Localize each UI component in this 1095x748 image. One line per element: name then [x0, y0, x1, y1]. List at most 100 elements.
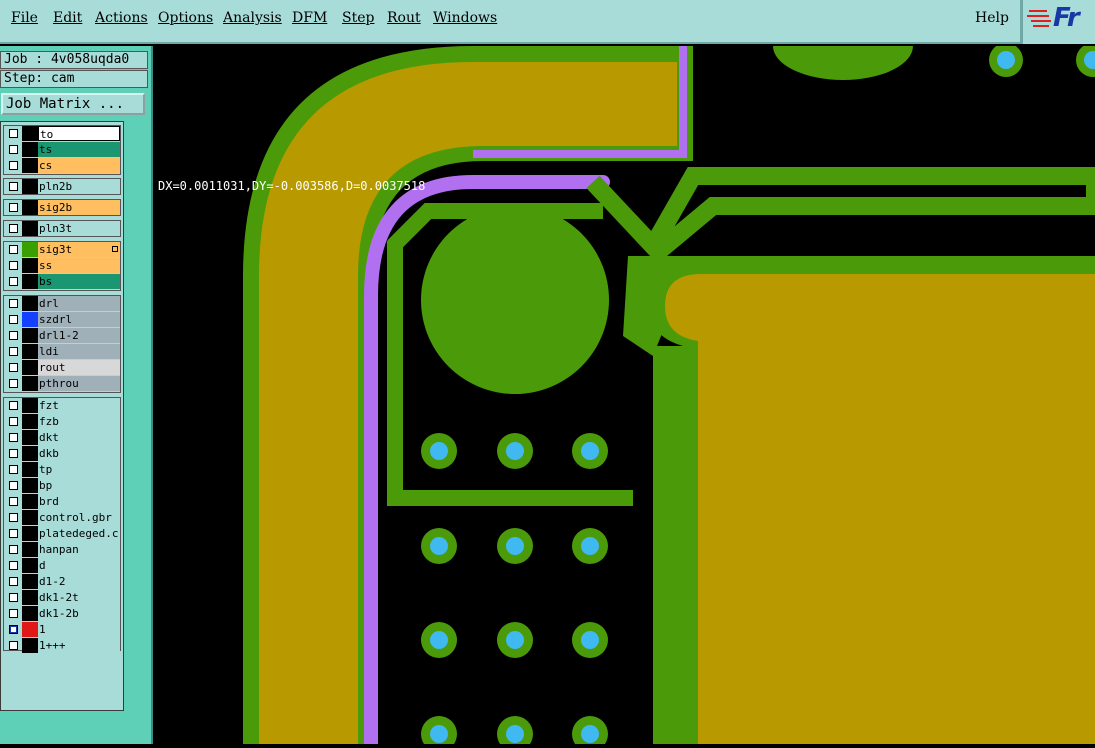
- layer-checkbox[interactable]: [9, 529, 18, 538]
- layer-row[interactable]: ss: [4, 258, 120, 273]
- layer-color-swatch[interactable]: [22, 542, 38, 557]
- layer-row[interactable]: platedeged.c: [4, 526, 120, 541]
- layer-name[interactable]: d1-2: [38, 574, 120, 589]
- layer-color-swatch[interactable]: [22, 430, 38, 445]
- layer-checkbox[interactable]: [9, 245, 18, 254]
- menu-edit[interactable]: Edit: [53, 10, 82, 26]
- layer-color-swatch[interactable]: [22, 494, 38, 509]
- layer-row[interactable]: to: [4, 126, 120, 141]
- layer-name[interactable]: ss: [38, 258, 120, 273]
- pcb-view[interactable]: [153, 12, 1095, 748]
- layer-color-swatch[interactable]: [22, 526, 38, 541]
- layer-checkbox[interactable]: [9, 593, 18, 602]
- layer-checkbox[interactable]: [9, 433, 18, 442]
- layer-checkbox[interactable]: [9, 315, 18, 324]
- layer-checkbox[interactable]: [9, 379, 18, 388]
- layer-color-swatch[interactable]: [22, 142, 38, 157]
- layer-row[interactable]: dk1-2t: [4, 590, 120, 605]
- layer-color-swatch[interactable]: [22, 590, 38, 605]
- layer-checkbox[interactable]: [9, 465, 18, 474]
- layer-color-swatch[interactable]: [22, 200, 38, 215]
- layer-checkbox[interactable]: [9, 182, 18, 191]
- layer-checkbox[interactable]: [9, 417, 18, 426]
- layer-checkbox[interactable]: [9, 561, 18, 570]
- layer-checkbox[interactable]: [9, 161, 18, 170]
- layer-name[interactable]: 1: [38, 622, 120, 637]
- layer-checkbox[interactable]: [9, 203, 18, 212]
- job-matrix-button[interactable]: Job Matrix ...: [1, 93, 145, 115]
- layer-name[interactable]: brd: [38, 494, 120, 509]
- layer-color-swatch[interactable]: [22, 258, 38, 273]
- layer-row[interactable]: sig3t: [4, 242, 120, 257]
- graphics-canvas[interactable]: [151, 12, 1095, 748]
- layer-row[interactable]: sig2b: [4, 200, 120, 215]
- layer-name[interactable]: drl: [38, 296, 120, 311]
- layer-color-swatch[interactable]: [22, 558, 38, 573]
- layer-checkbox[interactable]: [9, 277, 18, 286]
- layer-name[interactable]: hanpan: [38, 542, 120, 557]
- layer-checkbox[interactable]: [9, 497, 18, 506]
- layer-checkbox[interactable]: [9, 129, 18, 138]
- layer-row[interactable]: pln3t: [4, 221, 120, 236]
- layer-checkbox[interactable]: [9, 449, 18, 458]
- layer-row[interactable]: drl: [4, 296, 120, 311]
- layer-row[interactable]: tp: [4, 462, 120, 477]
- layer-name[interactable]: sig3t: [38, 242, 120, 257]
- layer-color-swatch[interactable]: [22, 126, 38, 141]
- layer-checkbox[interactable]: [9, 145, 18, 154]
- layer-name[interactable]: dkt: [38, 430, 120, 445]
- menu-windows[interactable]: Windows: [433, 10, 497, 26]
- layer-name[interactable]: dkb: [38, 446, 120, 461]
- layer-name[interactable]: control.gbr: [38, 510, 120, 525]
- layer-checkbox[interactable]: [9, 641, 18, 650]
- layer-name[interactable]: sig2b: [38, 200, 120, 215]
- layer-color-swatch[interactable]: [22, 376, 38, 391]
- layer-color-swatch[interactable]: [22, 344, 38, 359]
- layer-row[interactable]: hanpan: [4, 542, 120, 557]
- layer-name[interactable]: ldi: [38, 344, 120, 359]
- layer-checkbox[interactable]: [9, 545, 18, 554]
- layer-row[interactable]: bs: [4, 274, 120, 289]
- layer-row[interactable]: 1+++: [4, 638, 120, 653]
- layer-color-swatch[interactable]: [22, 312, 38, 327]
- layer-name[interactable]: 1+++: [38, 638, 120, 653]
- layer-checkbox[interactable]: [9, 363, 18, 372]
- layer-checkbox[interactable]: [9, 224, 18, 233]
- layer-row[interactable]: ts: [4, 142, 120, 157]
- layer-name[interactable]: fzb: [38, 414, 120, 429]
- layer-color-swatch[interactable]: [22, 221, 38, 236]
- layer-row[interactable]: rout: [4, 360, 120, 375]
- layer-row[interactable]: pln2b: [4, 179, 120, 194]
- layer-name[interactable]: platedeged.c: [38, 526, 120, 541]
- layer-row[interactable]: d: [4, 558, 120, 573]
- layer-color-swatch[interactable]: [22, 462, 38, 477]
- layer-color-swatch[interactable]: [22, 638, 38, 653]
- layer-name[interactable]: d: [38, 558, 120, 573]
- layer-checkbox[interactable]: [9, 299, 18, 308]
- layer-checkbox[interactable]: [9, 401, 18, 410]
- layer-color-swatch[interactable]: [22, 510, 38, 525]
- layer-checkbox[interactable]: [9, 481, 18, 490]
- layer-name[interactable]: pln3t: [38, 221, 120, 236]
- layer-row[interactable]: dk1-2b: [4, 606, 120, 621]
- layer-checkbox[interactable]: [9, 609, 18, 618]
- layer-color-swatch[interactable]: [22, 574, 38, 589]
- layer-row[interactable]: szdrl: [4, 312, 120, 327]
- layer-color-swatch[interactable]: [22, 328, 38, 343]
- layer-color-swatch[interactable]: [22, 622, 38, 637]
- layer-color-swatch[interactable]: [22, 446, 38, 461]
- menu-rout[interactable]: Rout: [387, 10, 421, 26]
- menu-analysis[interactable]: Analysis: [223, 10, 282, 26]
- layer-row[interactable]: fzt: [4, 398, 120, 413]
- layer-color-swatch[interactable]: [22, 242, 38, 257]
- menu-actions[interactable]: Actions: [95, 10, 148, 26]
- layer-color-swatch[interactable]: [22, 296, 38, 311]
- menu-step[interactable]: Step: [342, 10, 374, 26]
- layer-row[interactable]: fzb: [4, 414, 120, 429]
- menu-dfm[interactable]: DFM: [292, 10, 327, 26]
- layer-name[interactable]: drl1-2: [38, 328, 120, 343]
- layer-name[interactable]: tp: [38, 462, 120, 477]
- layer-checkbox[interactable]: [9, 347, 18, 356]
- layer-row[interactable]: d1-2: [4, 574, 120, 589]
- layer-row[interactable]: bp: [4, 478, 120, 493]
